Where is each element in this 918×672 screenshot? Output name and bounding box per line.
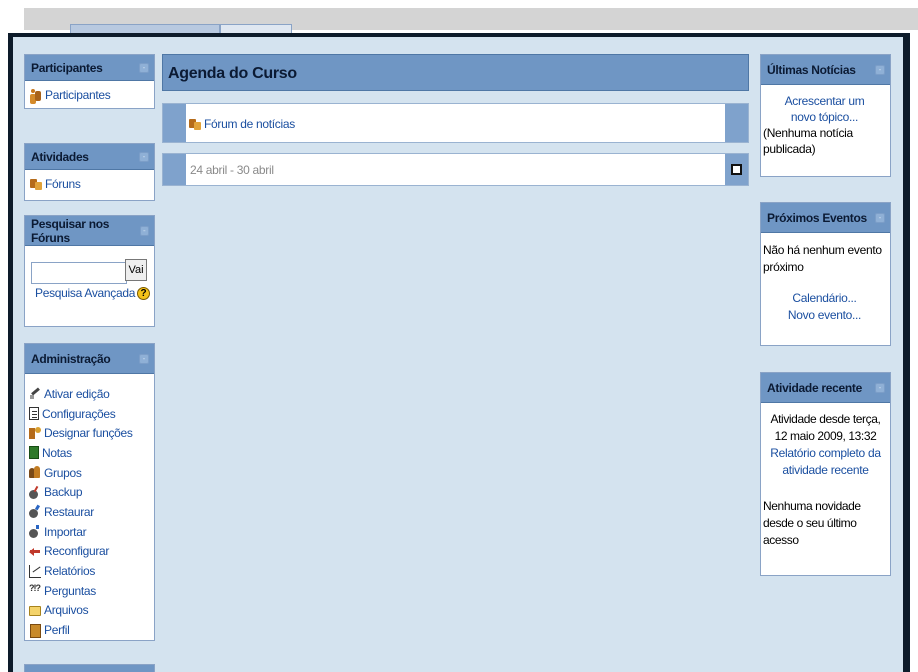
forums-link[interactable]: Fóruns	[30, 174, 149, 194]
course-section-general: Fórum de notícias	[162, 103, 749, 143]
groups-icon	[29, 466, 41, 479]
admin-item-settings[interactable]: Configurações	[29, 404, 151, 424]
hide-block-button[interactable]: -	[139, 353, 149, 364]
settings-icon	[29, 407, 39, 421]
search-go-button[interactable]: Vai	[125, 259, 147, 281]
participants-link[interactable]: Participantes	[30, 85, 149, 105]
block-atividade-recente: Atividade recente - Atividade desde terç…	[760, 372, 891, 576]
hide-block-button[interactable]: -	[875, 212, 885, 223]
news-forum-link[interactable]: Fórum de notícias	[189, 116, 295, 132]
hide-block-button[interactable]: -	[139, 151, 149, 162]
block-search-forums: Pesquisar nos Fóruns - Vai Pesquisa Avan…	[24, 215, 155, 327]
admin-item-import[interactable]: Importar	[29, 522, 151, 542]
admin-item-reset[interactable]: Reconfigurar	[29, 542, 151, 562]
block-participantes: Participantes - Participantes	[24, 54, 155, 109]
full-report-link[interactable]: Relatório completo da atividade recente	[763, 445, 888, 479]
admin-item-restore[interactable]: Restaurar	[29, 502, 151, 522]
no-events-text: Não há nenhum evento próximo	[763, 243, 882, 274]
admin-item-backup[interactable]: Backup	[29, 482, 151, 502]
search-input[interactable]	[31, 262, 127, 284]
no-news-since-text: Nenhuma novidade desde o seu último aces…	[763, 499, 861, 547]
block-title: Próximos Eventos	[767, 210, 867, 225]
admin-item-profile[interactable]: Perfil	[29, 620, 151, 640]
page-title: Agenda do Curso	[168, 65, 297, 82]
recent-since-text: Atividade desde terça, 12 maio 2009, 13:…	[770, 412, 881, 443]
block-header: Atividades -	[25, 144, 154, 170]
highlight-week-toggle[interactable]	[731, 164, 742, 175]
backup-icon	[29, 486, 41, 499]
forum-icon	[30, 178, 42, 191]
add-topic-link[interactable]: Acrescentar um novo tópico...	[763, 93, 886, 125]
block-administracao: Administração - Ativar edição Configuraç…	[24, 343, 155, 641]
admin-item-roles[interactable]: Designar funções	[29, 423, 151, 443]
edit-icon	[29, 387, 41, 400]
admin-item-grades[interactable]: Notas	[29, 443, 151, 463]
import-icon	[29, 525, 41, 539]
help-icon[interactable]: ?	[137, 286, 151, 300]
admin-item-reports[interactable]: Relatórios	[29, 561, 151, 581]
new-event-link[interactable]: Novo evento...	[763, 307, 886, 324]
block-header	[25, 665, 154, 672]
no-news-text: (Nenhuma notícia publicada)	[763, 126, 853, 156]
hide-block-button[interactable]: -	[875, 64, 885, 75]
block-ultimas-noticias: Últimas Notícias - Acrescentar um novo t…	[760, 54, 891, 177]
block-header: Próximos Eventos -	[761, 203, 890, 233]
course-page: Participantes - Participantes Atividades…	[13, 37, 903, 672]
hide-block-button[interactable]: -	[139, 225, 149, 236]
hide-block-button[interactable]: -	[139, 62, 149, 73]
admin-item-questions[interactable]: Perguntas	[29, 581, 151, 601]
hide-block-button[interactable]: -	[875, 382, 885, 393]
grades-icon	[29, 446, 39, 460]
calendar-link[interactable]: Calendário...	[763, 290, 886, 307]
block-header: Participantes -	[25, 55, 154, 81]
block-header: Últimas Notícias -	[761, 55, 890, 85]
roles-icon	[29, 426, 41, 440]
course-section-week: 24 abril - 30 abril	[162, 153, 749, 186]
restore-icon	[29, 505, 41, 519]
admin-item-files[interactable]: Arquivos	[29, 601, 151, 621]
block-header: Atividade recente -	[761, 373, 890, 403]
files-icon	[29, 606, 41, 617]
admin-item-groups[interactable]: Grupos	[29, 463, 151, 483]
people-icon	[30, 88, 42, 102]
block-atividades: Atividades - Fóruns	[24, 143, 155, 201]
block-title: Participantes	[31, 60, 103, 75]
block-proximos-eventos: Próximos Eventos - Não há nenhum evento …	[760, 202, 891, 346]
block-title: Atividade recente	[767, 380, 862, 395]
reset-icon	[29, 545, 41, 558]
course-agenda-header: Agenda do Curso	[162, 54, 749, 91]
advanced-search-link[interactable]: Pesquisa Avançada ?	[35, 285, 151, 301]
profile-icon	[29, 623, 41, 638]
block-title: Pesquisar nos Fóruns	[31, 216, 110, 245]
block-title: Atividades	[31, 149, 89, 164]
admin-item-edit[interactable]: Ativar edição	[29, 384, 151, 404]
block-header: Pesquisar nos Fóruns -	[25, 216, 154, 246]
block-next	[24, 664, 155, 672]
questions-icon	[29, 583, 41, 597]
block-title: Administração	[31, 351, 111, 366]
block-title: Últimas Notícias	[767, 62, 856, 77]
week-dates: 24 abril - 30 abril	[190, 163, 274, 177]
block-header: Administração -	[25, 344, 154, 374]
reports-icon	[29, 564, 41, 578]
forum-icon	[189, 118, 201, 131]
